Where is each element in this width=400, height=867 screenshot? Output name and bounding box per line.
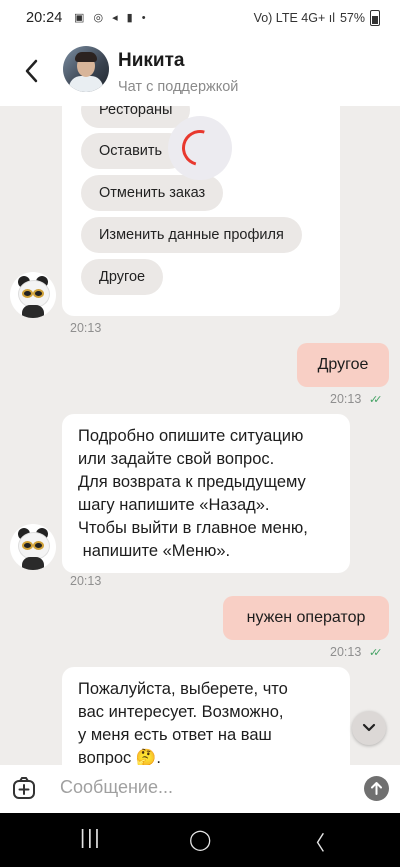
chat-subtitle: Чат с поддержкой (118, 79, 239, 95)
message-time: 20:13 (330, 392, 362, 406)
read-ticks-icon: ✓✓ (369, 394, 383, 406)
chevron-down-icon (362, 723, 376, 732)
status-time: 20:24 (26, 10, 63, 26)
attach-button[interactable] (12, 776, 36, 800)
home-button[interactable]: ◯ (189, 827, 211, 852)
quick-reply-edit-profile[interactable]: Изменить данные профиля (81, 217, 302, 253)
back-button[interactable] (20, 56, 44, 86)
system-nav-bar: ||| ◯ 〈 (0, 813, 400, 867)
battery-percent: 57% (339, 11, 365, 25)
chat-header: Никита Чат с поддержкой (0, 36, 400, 106)
chat-thread[interactable]: Рестораны Оставить Отменить заказ Измени… (0, 106, 400, 766)
battery-icon (370, 10, 380, 26)
bot-avatar (10, 272, 56, 318)
message-composer: Сообщение... (0, 765, 400, 813)
signal-icons: Vo) LTE 4G+ ıl (253, 11, 335, 25)
status-right: Vo) LTE 4G+ ıl 57% (254, 10, 380, 26)
bot-message-text: Подробно опишите ситуацию или задайте св… (78, 427, 308, 560)
recents-button[interactable]: ||| (80, 827, 102, 850)
quick-reply-other[interactable]: Другое (81, 259, 164, 295)
bot-avatar (10, 524, 56, 570)
attach-file-icon (13, 777, 35, 799)
loading-spinner-icon (168, 116, 232, 180)
scroll-down-button[interactable] (352, 711, 386, 745)
user-message: нужен оператор (223, 596, 389, 640)
message-input[interactable]: Сообщение... (60, 777, 173, 798)
nav-back-button[interactable]: 〈 (305, 827, 325, 856)
send-arrow-icon (371, 782, 382, 795)
send-button[interactable] (364, 776, 389, 801)
user-message: Другое (297, 343, 389, 387)
message-time: 20:13 (70, 574, 102, 588)
message-time: 20:13 (70, 321, 102, 335)
agent-name: Никита (118, 50, 185, 71)
notification-icons: ▣ ◎ ◂ ▮ • (74, 12, 149, 24)
quick-reply-restaurants[interactable]: Рестораны (81, 106, 191, 128)
bot-message-text: Пожалуйста, выберете, что вас интересует… (78, 680, 288, 766)
chevron-left-icon (25, 59, 38, 83)
agent-avatar[interactable] (63, 46, 109, 92)
quick-reply-cancel-order[interactable]: Отменить заказ (81, 175, 224, 211)
status-bar: 20:24 ▣ ◎ ◂ ▮ • Vo) LTE 4G+ ıl 57% (0, 0, 400, 36)
read-ticks-icon: ✓✓ (369, 647, 383, 659)
message-time: 20:13 (330, 645, 362, 659)
